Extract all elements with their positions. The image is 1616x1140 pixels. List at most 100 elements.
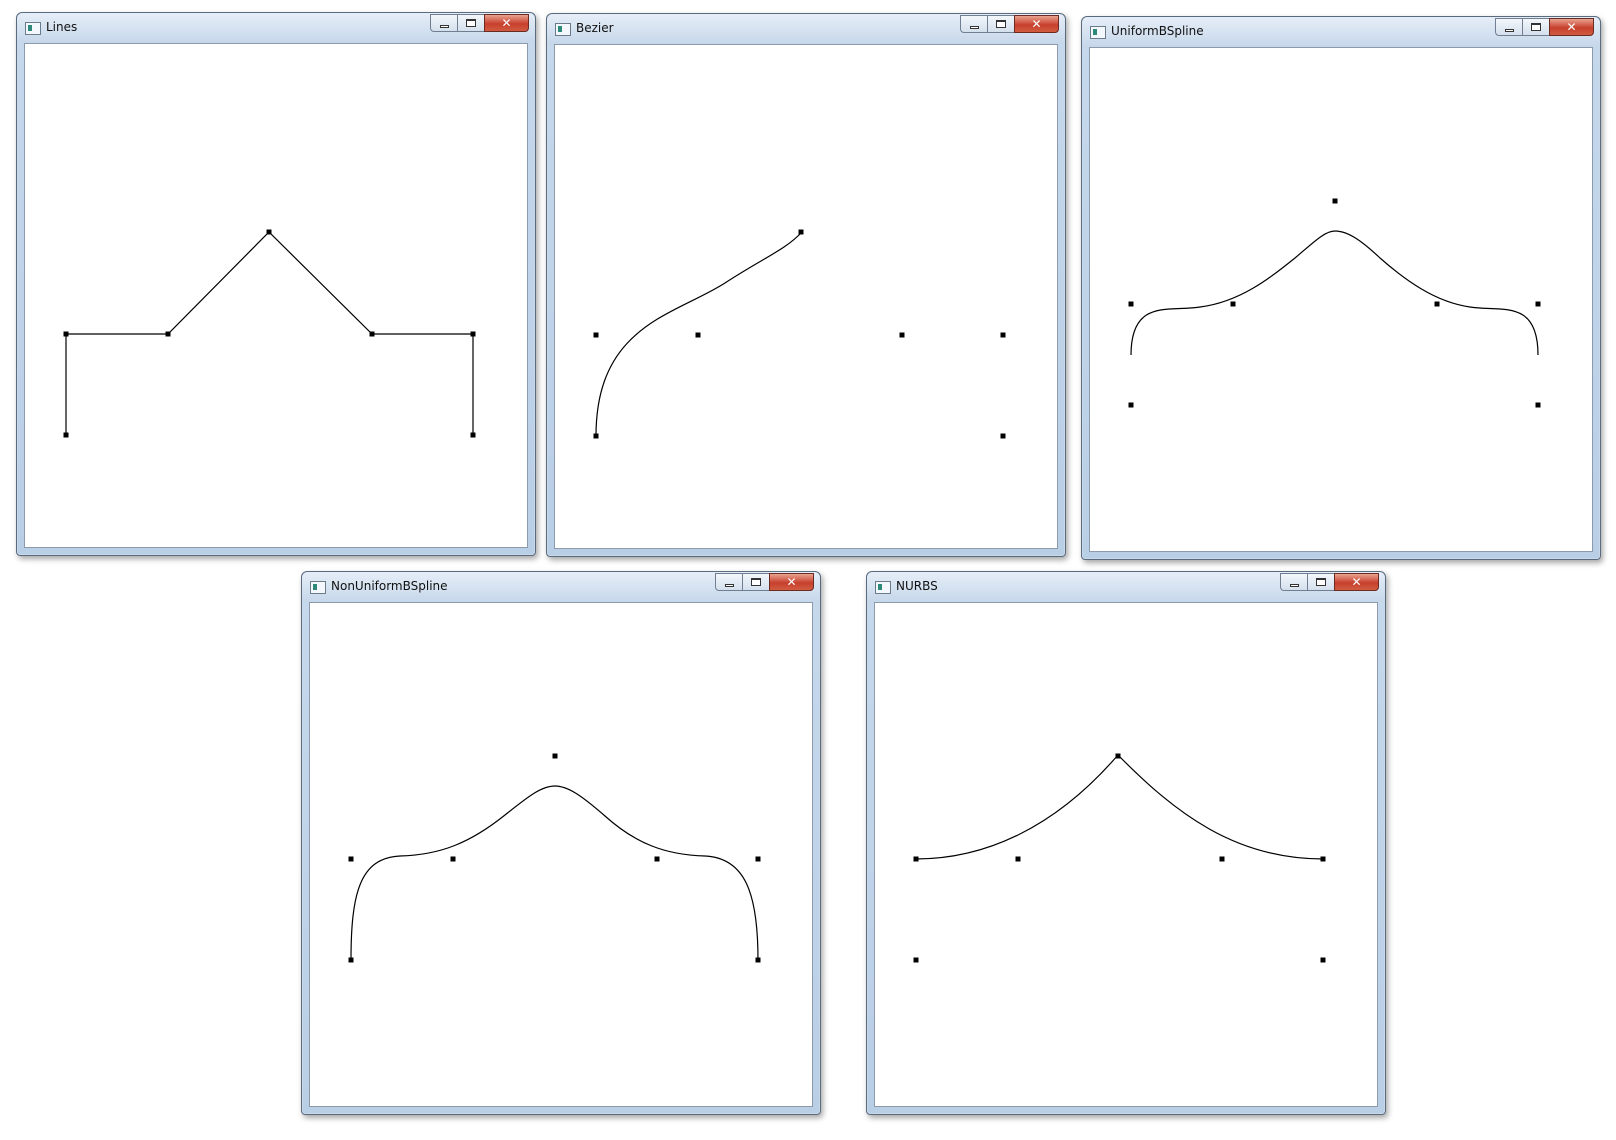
window-uniform-bspline[interactable]: UniformBSpline ✕: [1081, 16, 1601, 560]
maximize-button[interactable]: [457, 14, 484, 32]
close-icon: ✕: [786, 575, 797, 589]
control-point: [899, 332, 905, 338]
control-point: [470, 432, 476, 438]
window-lines[interactable]: Lines ✕: [16, 12, 536, 556]
lines-drawing: [63, 229, 476, 438]
close-icon: ✕: [501, 16, 512, 30]
window-title: Lines: [46, 20, 78, 34]
minimize-icon: [439, 24, 449, 28]
title-bar[interactable]: NonUniformBSpline ✕: [302, 572, 820, 602]
control-points: [348, 753, 761, 963]
minimize-button[interactable]: [1495, 18, 1522, 36]
control-point: [1015, 856, 1021, 862]
maximize-button[interactable]: [1522, 18, 1549, 36]
maximize-icon: [751, 578, 761, 586]
nurbs-curve: [915, 754, 1324, 860]
control-point: [1000, 332, 1006, 338]
control-point: [1434, 301, 1440, 307]
control-point: [552, 753, 558, 759]
maximize-button[interactable]: [1307, 573, 1334, 591]
non-uniform-bspline-drawing: [348, 753, 761, 963]
control-point: [1128, 402, 1134, 408]
minimize-button[interactable]: [715, 573, 742, 591]
drawing-canvas[interactable]: [309, 602, 813, 1107]
control-point: [1320, 957, 1326, 963]
window-controls: ✕: [1280, 573, 1379, 592]
control-point: [266, 229, 272, 235]
control-point: [1332, 198, 1338, 204]
control-point: [348, 957, 354, 963]
window-controls: ✕: [1495, 18, 1594, 37]
control-point: [63, 331, 69, 337]
control-point: [1535, 301, 1541, 307]
control-point: [1219, 856, 1225, 862]
control-point: [593, 433, 599, 439]
app-window-icon: [310, 581, 326, 594]
control-point: [755, 856, 761, 862]
close-button[interactable]: ✕: [484, 14, 529, 32]
close-button[interactable]: ✕: [1014, 15, 1059, 33]
control-point: [1535, 402, 1541, 408]
close-button[interactable]: ✕: [1334, 573, 1379, 591]
control-point: [369, 331, 375, 337]
drawing-canvas[interactable]: [1089, 47, 1593, 552]
control-point: [593, 332, 599, 338]
window-controls: ✕: [430, 14, 529, 33]
app-window-icon: [875, 581, 891, 594]
maximize-icon: [996, 20, 1006, 28]
minimize-button[interactable]: [960, 15, 987, 33]
control-point: [450, 856, 456, 862]
control-point: [1000, 433, 1006, 439]
minimize-icon: [969, 25, 979, 29]
title-bar[interactable]: Bezier ✕: [547, 14, 1065, 44]
close-icon: ✕: [1566, 20, 1577, 34]
drawing-canvas[interactable]: [554, 44, 1058, 549]
maximize-button[interactable]: [987, 15, 1014, 33]
drawing-canvas[interactable]: [24, 43, 528, 548]
minimize-icon: [1289, 583, 1299, 587]
app-window-icon: [555, 23, 571, 36]
control-point: [470, 331, 476, 337]
window-title: Bezier: [576, 21, 614, 35]
control-point: [1230, 301, 1236, 307]
maximize-button[interactable]: [742, 573, 769, 591]
control-point: [798, 229, 804, 235]
minimize-icon: [724, 583, 734, 587]
minimize-button[interactable]: [430, 14, 457, 32]
control-point: [913, 957, 919, 963]
window-title: NonUniformBSpline: [331, 579, 448, 593]
control-point: [1320, 856, 1326, 862]
control-points: [1128, 198, 1541, 408]
window-non-uniform-bspline[interactable]: NonUniformBSpline ✕: [301, 571, 821, 1115]
control-point: [165, 331, 171, 337]
title-bar[interactable]: UniformBSpline ✕: [1082, 17, 1600, 47]
nurbs-drawing: [913, 753, 1326, 963]
control-point: [63, 432, 69, 438]
control-point: [348, 856, 354, 862]
window-controls: ✕: [960, 15, 1059, 34]
window-title: UniformBSpline: [1111, 24, 1204, 38]
close-button[interactable]: ✕: [769, 573, 814, 591]
window-controls: ✕: [715, 573, 814, 592]
window-bezier[interactable]: Bezier ✕: [546, 13, 1066, 557]
control-point: [755, 957, 761, 963]
polyline-curve: [65, 231, 474, 435]
minimize-button[interactable]: [1280, 573, 1307, 591]
close-icon: ✕: [1351, 575, 1362, 589]
maximize-icon: [1531, 23, 1541, 31]
bspline-curve: [350, 785, 759, 961]
control-points: [913, 753, 1326, 963]
bspline-curve: [1130, 230, 1539, 356]
close-button[interactable]: ✕: [1549, 18, 1594, 36]
drawing-canvas[interactable]: [874, 602, 1378, 1107]
control-point: [654, 856, 660, 862]
bezier-drawing: [593, 229, 1006, 439]
minimize-icon: [1504, 28, 1514, 32]
maximize-icon: [1316, 578, 1326, 586]
app-window-icon: [25, 22, 41, 35]
window-nurbs[interactable]: NURBS ✕: [866, 571, 1386, 1115]
control-points: [593, 229, 1006, 439]
title-bar[interactable]: NURBS ✕: [867, 572, 1385, 602]
title-bar[interactable]: Lines ✕: [17, 13, 535, 43]
control-point: [695, 332, 701, 338]
